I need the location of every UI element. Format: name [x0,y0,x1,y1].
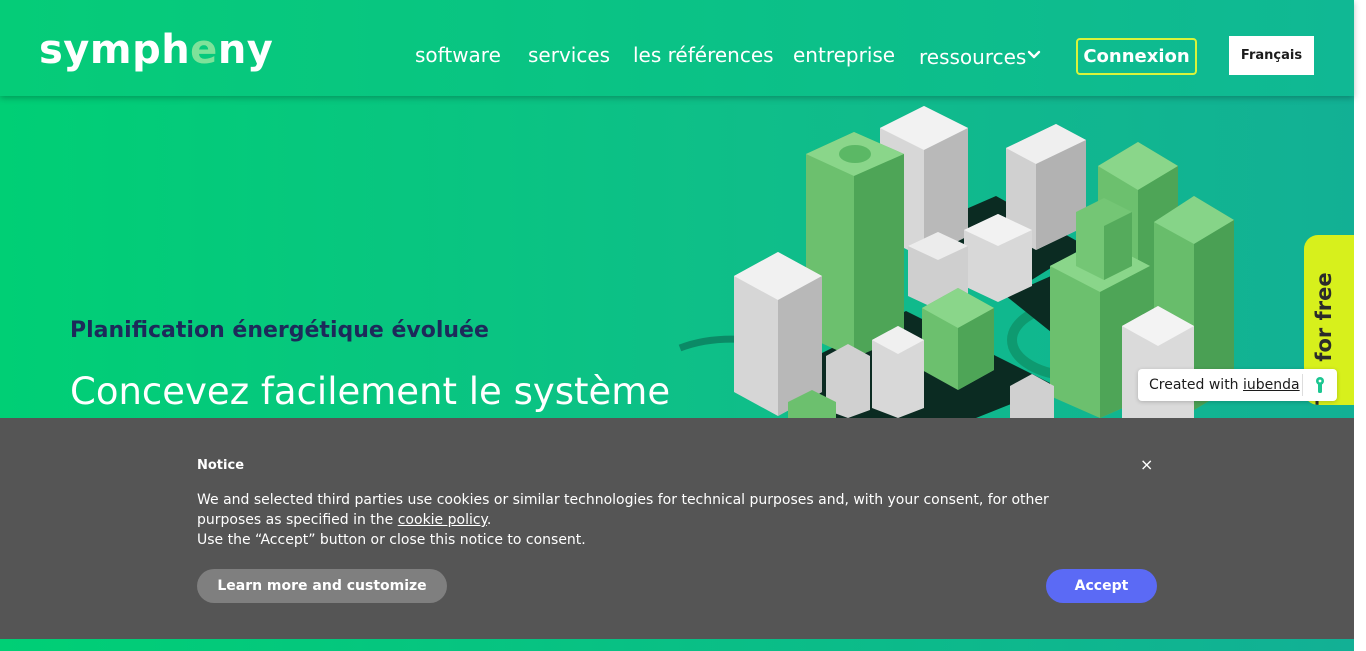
logo-text-accent: e [190,27,218,73]
accept-button[interactable]: Accept [1046,569,1157,603]
login-button[interactable]: Connexion [1076,38,1197,75]
cookie-text-line2: Use the “Accept” button or close this no… [197,532,586,548]
chevron-down-icon[interactable] [1027,50,1041,60]
hero-title: Concevez facilement le système [70,370,671,413]
language-selector[interactable]: Français [1229,36,1314,75]
nav-ressources[interactable]: ressources [919,44,1026,70]
nav-services[interactable]: services [528,42,610,68]
nav-entreprise[interactable]: entreprise [793,42,895,68]
page-bottom-strip [0,639,1354,651]
iubenda-badge-prefix: Created with [1149,377,1244,393]
cookie-text-part1: We and selected third parties use cookie… [197,492,1049,528]
nav-references[interactable]: les références [633,42,774,68]
cookie-banner-title: Notice [197,458,245,473]
scrollbar-track[interactable] [1354,0,1366,651]
cookie-banner: Notice × We and selected third parties u… [0,418,1354,639]
iubenda-logo-icon [1316,377,1324,393]
iubenda-badge[interactable]: Created with iubenda [1138,369,1337,401]
cookie-text-part2: . [486,512,492,528]
close-icon[interactable]: × [1140,457,1153,473]
logo[interactable]: sympheny [39,30,273,70]
iubenda-link[interactable]: iubenda [1243,377,1300,393]
learn-more-button[interactable]: Learn more and customize [197,569,447,603]
iubenda-badge-text: Created with iubenda [1149,377,1300,393]
site-header: sympheny software services les référence… [0,0,1354,96]
cookie-banner-text: We and selected third parties use cookie… [197,490,1097,550]
cookie-policy-link[interactable]: cookie policy [398,512,487,528]
logo-text-prefix: symph [39,27,191,73]
logo-text-suffix: ny [217,27,274,73]
hero-subtitle: Planification énergétique évoluée [70,318,489,343]
iubenda-divider [1302,374,1303,396]
nav-software[interactable]: software [415,42,501,68]
